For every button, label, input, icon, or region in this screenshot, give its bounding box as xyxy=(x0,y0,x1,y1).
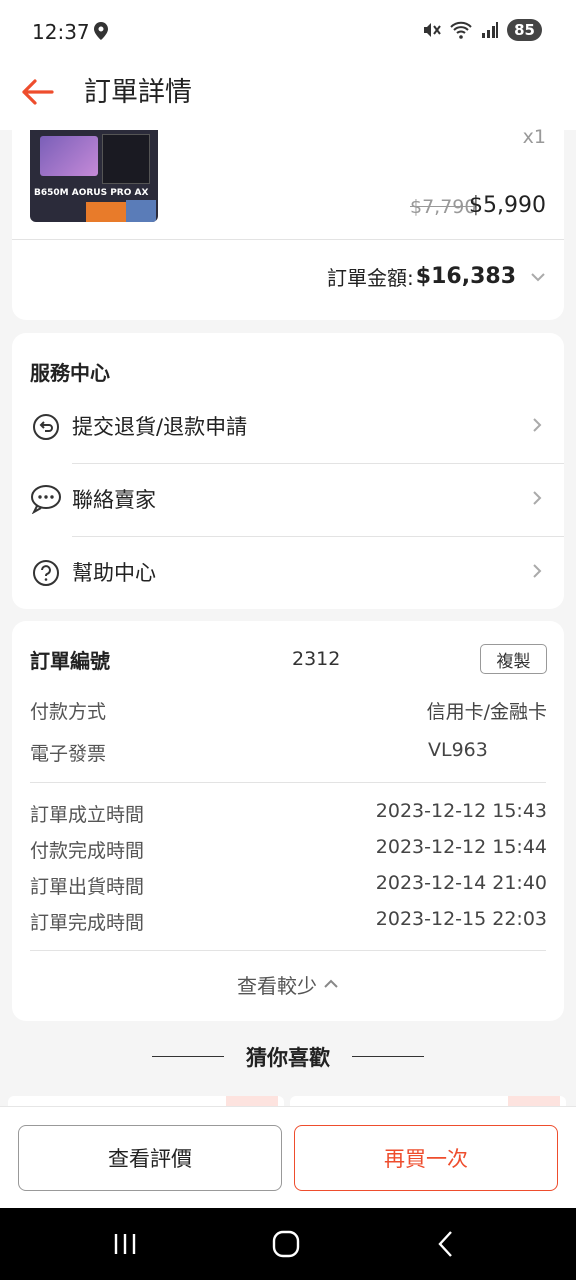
service-item-contact-seller[interactable]: 聯絡賣家 xyxy=(12,464,564,536)
divider xyxy=(30,782,546,783)
recommend-title: 猜你喜歡 xyxy=(246,1046,330,1070)
payment-method-label: 付款方式 xyxy=(30,701,107,723)
invoice-value: VL963 xyxy=(428,739,488,761)
order-total-label: 訂單金額: xyxy=(327,266,414,290)
chevron-down-icon xyxy=(531,272,545,281)
status-icons: 85 xyxy=(421,19,542,41)
chevron-up-icon xyxy=(324,979,338,988)
show-less-label: 查看較少 xyxy=(237,973,317,998)
battery-indicator: 85 xyxy=(507,19,542,41)
product-price: $5,990 xyxy=(469,193,546,218)
order-info-card: 訂單編號 2312 複製 付款方式 信用卡/金融卡 電子發票 VL963 訂單成… xyxy=(12,621,564,1021)
order-completed-time-value: 2023-12-15 22:03 xyxy=(375,908,547,930)
service-item-label: 提交退貨/退款申請 xyxy=(72,415,248,439)
system-nav-bar xyxy=(0,1208,576,1280)
order-number-label: 訂單編號 xyxy=(30,649,110,673)
bottom-action-bar: 查看評價 再買一次 xyxy=(0,1106,576,1208)
product-card: B650M AORUS PRO AX x1 $7,790 $5,990 訂單金額… xyxy=(12,126,564,320)
help-icon xyxy=(33,560,59,586)
service-item-help-center[interactable]: 幫助中心 xyxy=(12,537,564,609)
recommend-divider-right xyxy=(352,1056,424,1057)
invoice-label: 電子發票 xyxy=(30,743,107,765)
divider xyxy=(12,239,564,240)
return-icon xyxy=(33,414,59,440)
order-total-row[interactable]: 訂單金額: $16,383 xyxy=(327,262,546,291)
buy-again-label: 再買一次 xyxy=(384,1147,468,1171)
status-time: 12:37 xyxy=(32,20,90,44)
wifi-icon xyxy=(450,21,472,39)
order-shipped-time-label: 訂單出貨時間 xyxy=(30,876,145,898)
chevron-right-icon xyxy=(533,418,542,432)
back-nav-icon[interactable] xyxy=(436,1230,456,1258)
order-number-value: 2312 xyxy=(292,648,341,670)
service-center-title: 服務中心 xyxy=(30,361,110,385)
original-price: $7,790 xyxy=(410,196,477,218)
view-review-button[interactable]: 查看評價 xyxy=(18,1125,282,1191)
order-total-amount: $16,383 xyxy=(415,264,516,289)
service-item-label: 幫助中心 xyxy=(72,561,156,585)
chevron-right-icon xyxy=(533,491,542,505)
payment-completed-time-value: 2023-12-12 15:44 xyxy=(375,836,547,858)
location-icon xyxy=(94,22,108,40)
payment-method-value: 信用卡/金融卡 xyxy=(426,701,547,723)
mute-icon xyxy=(424,23,441,37)
product-image-label: B650M AORUS PRO AX xyxy=(34,188,149,198)
product-image[interactable]: B650M AORUS PRO AX xyxy=(30,130,158,222)
signal-icon xyxy=(482,22,499,38)
order-created-time-label: 訂單成立時間 xyxy=(30,804,145,826)
back-arrow-icon[interactable] xyxy=(18,72,58,112)
buy-again-button[interactable]: 再買一次 xyxy=(294,1125,558,1191)
view-review-label: 查看評價 xyxy=(108,1147,192,1171)
page-title: 訂單詳情 xyxy=(84,77,192,108)
status-bar: 12:37 85 xyxy=(0,0,576,62)
recent-apps-icon[interactable] xyxy=(112,1232,138,1256)
home-icon[interactable] xyxy=(272,1230,300,1258)
service-item-return[interactable]: 提交退貨/退款申請 xyxy=(12,391,564,463)
chevron-right-icon xyxy=(533,564,542,578)
payment-completed-time-label: 付款完成時間 xyxy=(30,840,145,862)
service-center-card: 服務中心 提交退貨/退款申請 聯絡賣家 幫助中心 xyxy=(12,333,564,609)
order-completed-time-label: 訂單完成時間 xyxy=(30,912,145,934)
product-quantity: x1 xyxy=(522,126,546,148)
show-less-toggle[interactable]: 查看較少 xyxy=(12,951,564,1017)
order-shipped-time-value: 2023-12-14 21:40 xyxy=(375,872,547,894)
service-item-label: 聯絡賣家 xyxy=(72,488,156,512)
order-created-time-value: 2023-12-12 15:43 xyxy=(375,800,547,822)
copy-button-label: 複製 xyxy=(496,651,531,672)
app-header: 訂單詳情 xyxy=(0,62,576,130)
copy-button[interactable]: 複製 xyxy=(480,644,547,674)
chat-icon xyxy=(31,485,61,514)
